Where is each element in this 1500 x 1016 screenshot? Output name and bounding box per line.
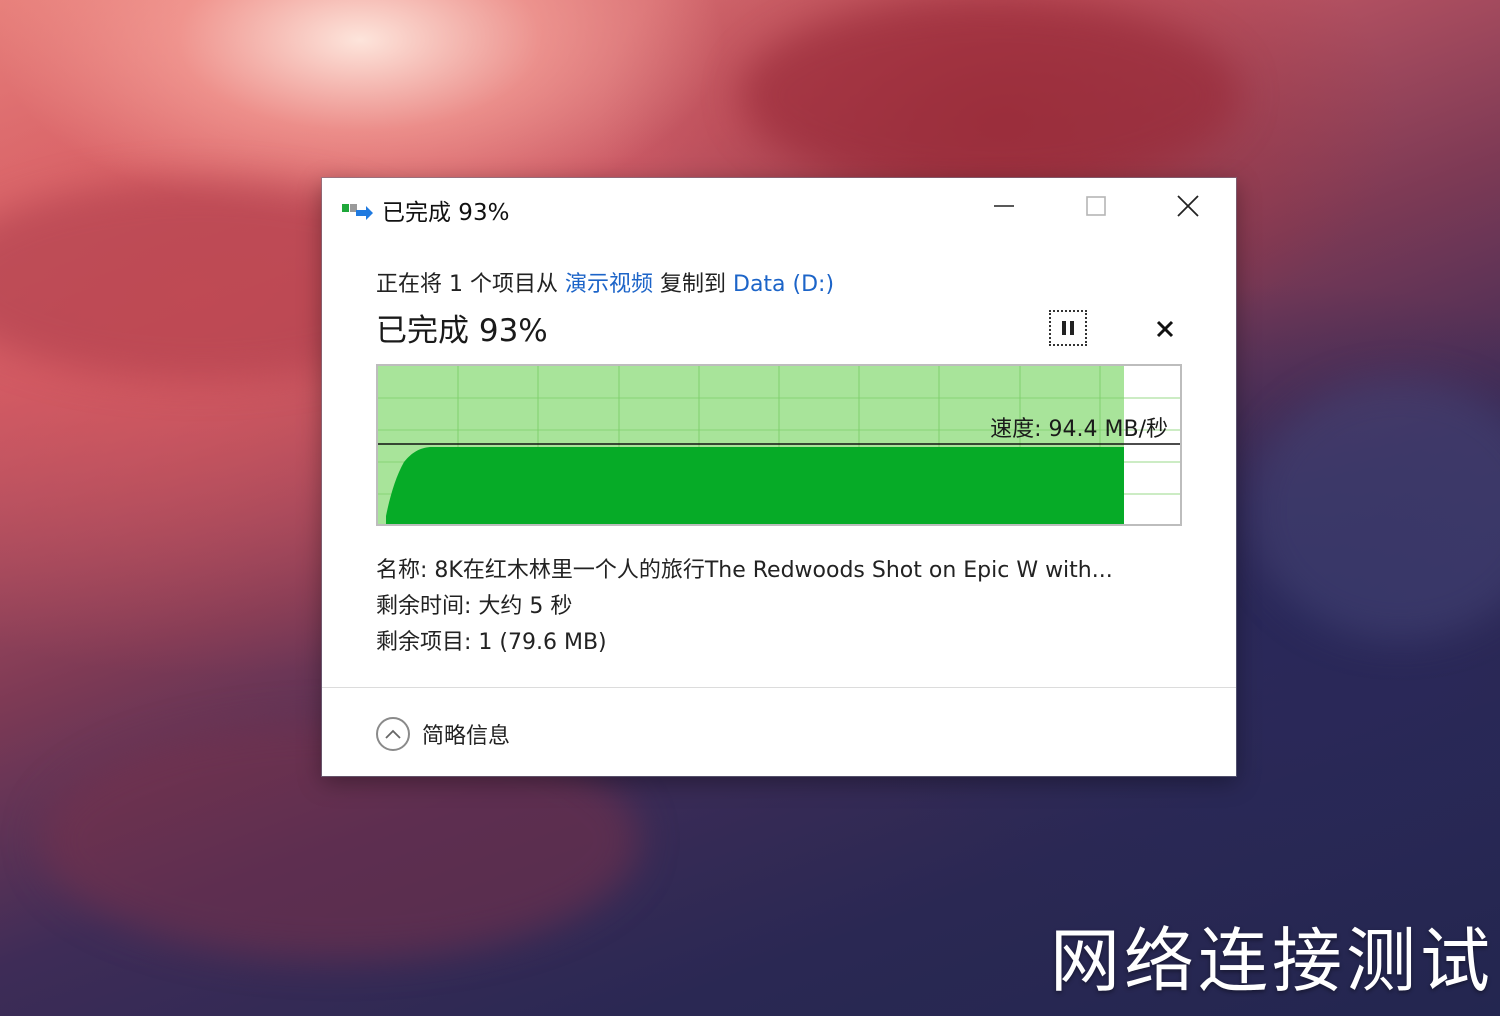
wallpaper-cloud bbox=[740, 0, 1240, 190]
copy-transfer-icon bbox=[342, 204, 373, 220]
fewer-details-label: 简略信息 bbox=[422, 724, 511, 749]
chevron-up-icon bbox=[376, 717, 410, 751]
file-name: 名称: 8K在红木林里一个人的旅行The Redwoods Shot on Ep… bbox=[376, 558, 1113, 583]
speed-label: 速度: 94.4 MB/秒 bbox=[990, 417, 1168, 442]
speed-area bbox=[386, 447, 1124, 524]
footer-divider bbox=[322, 687, 1236, 688]
destination-drive-link[interactable]: Data (D:) bbox=[733, 272, 834, 297]
close-icon bbox=[1177, 195, 1199, 217]
maximize-icon bbox=[1086, 196, 1106, 216]
file-copy-dialog: 已完成 93% 正在将 1 个项目从 演示视频 复制到 Data (D:) 已完… bbox=[322, 178, 1236, 776]
minimize-button[interactable] bbox=[974, 178, 1034, 234]
transfer-speed-graph: 速度: 94.4 MB/秒 bbox=[376, 364, 1182, 526]
copy-description: 正在将 1 个项目从 演示视频 复制到 Data (D:) bbox=[376, 266, 834, 298]
window-title: 已完成 93% bbox=[382, 200, 510, 226]
speed-graph-canvas bbox=[378, 366, 1180, 524]
cancel-icon bbox=[1156, 320, 1174, 338]
time-remaining: 剩余时间: 大约 5 秒 bbox=[376, 594, 573, 619]
items-remaining: 剩余项目: 1 (79.6 MB) bbox=[376, 630, 607, 655]
close-button[interactable] bbox=[1158, 178, 1218, 234]
watermark-text: 网络连接测试 bbox=[1050, 920, 1494, 1002]
progress-heading: 已完成 93% bbox=[376, 313, 548, 349]
maximize-button[interactable] bbox=[1066, 178, 1126, 234]
cancel-button[interactable] bbox=[1150, 314, 1180, 344]
pause-button[interactable] bbox=[1049, 310, 1087, 346]
source-folder-link[interactable]: 演示视频 bbox=[565, 272, 653, 297]
desktop-wallpaper: 网络连接测试 已完成 93% 正在将 1 个项目从 演示视频 复制到 Data … bbox=[0, 0, 1500, 1016]
minimize-icon bbox=[994, 205, 1014, 207]
pause-icon bbox=[1062, 321, 1074, 335]
copy-middle: 复制到 bbox=[653, 272, 733, 297]
wallpaper-cloud bbox=[1250, 380, 1500, 640]
title-bar[interactable]: 已完成 93% bbox=[322, 178, 1236, 238]
copy-prefix: 正在将 1 个项目从 bbox=[376, 272, 565, 297]
fewer-details-toggle[interactable]: 简略信息 bbox=[376, 714, 510, 754]
